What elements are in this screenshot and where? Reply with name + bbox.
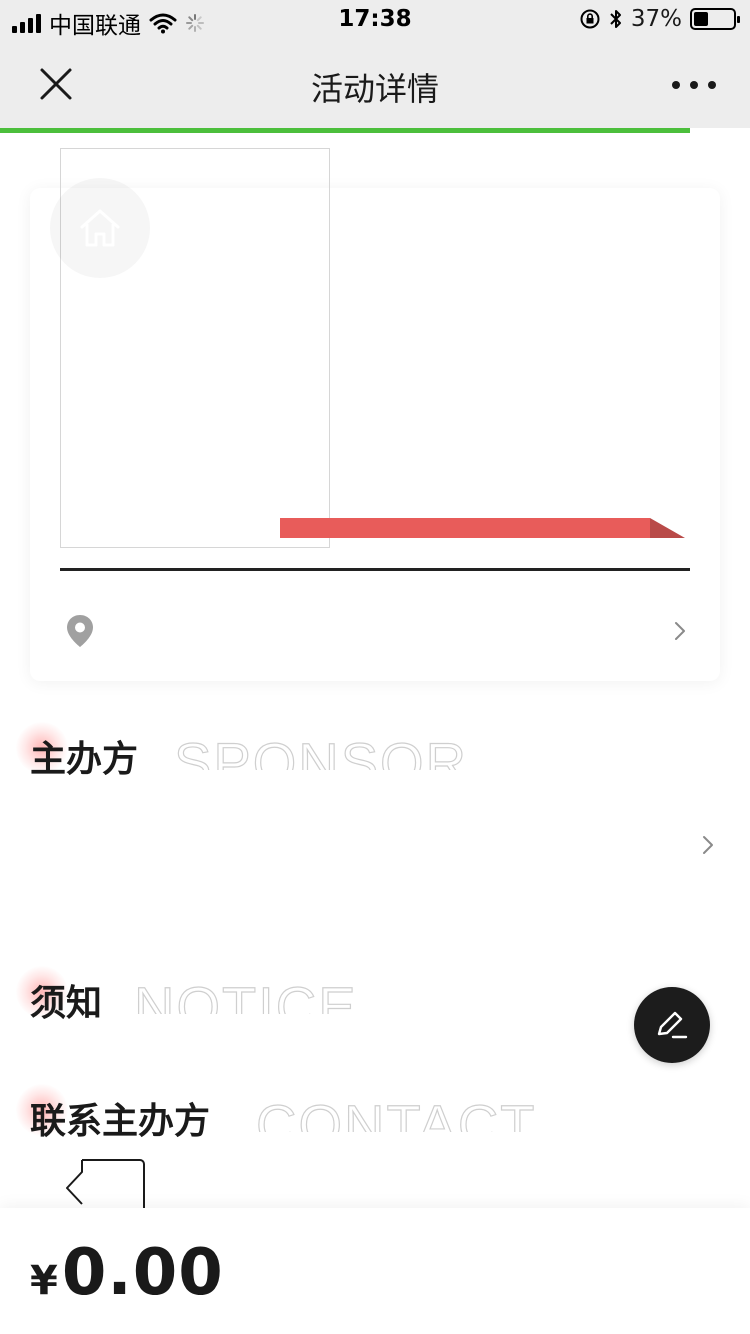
notice-title: 须知 [30, 983, 103, 1024]
ribbon-fold [650, 518, 685, 538]
sponsor-row[interactable] [30, 800, 720, 890]
chevron-right-icon [703, 836, 713, 854]
bluetooth-icon [610, 10, 621, 28]
contact-title: 联系主办方 [30, 1101, 211, 1142]
home-button[interactable] [50, 178, 150, 278]
sponsor-title: 主办方 [30, 739, 139, 780]
status-bar: 中国联通 17:38 37% [0, 0, 750, 40]
battery-percent: 37% [630, 6, 682, 32]
contact-section-header: 联系主办方 CONTACT [16, 1080, 630, 1142]
event-ribbon [280, 518, 685, 538]
chevron-right-icon [675, 622, 685, 640]
home-icon [80, 209, 120, 247]
notice-en-label: NOTICE [132, 968, 432, 1014]
status-right: 37% [579, 6, 740, 32]
page-title: 活动详情 [310, 70, 439, 108]
price-display: ¥ 0.00 [30, 1236, 224, 1310]
page-load-progress [0, 128, 750, 133]
nav-bar: 活动详情 [0, 40, 750, 128]
currency-symbol: ¥ [30, 1258, 58, 1304]
card-divider [60, 568, 690, 571]
location-row[interactable] [30, 600, 720, 660]
svg-text:SPONSOR: SPONSOR [174, 731, 468, 770]
progress-fill [0, 128, 690, 133]
sponsor-en-label: SPONSOR [172, 724, 552, 770]
svg-text:NOTICE: NOTICE [134, 975, 358, 1014]
sponsor-section-header: 主办方 SPONSOR [16, 718, 590, 780]
edit-button[interactable] [634, 987, 710, 1063]
location-pin-icon [67, 615, 93, 647]
contact-en-label: CONTACT [254, 1086, 614, 1132]
ribbon-bar [280, 518, 650, 538]
bottom-bar: ¥ 0.00 [0, 1208, 750, 1334]
battery-icon [690, 8, 740, 30]
more-icon[interactable] [672, 70, 716, 100]
contact-card-icon[interactable] [62, 1158, 146, 1210]
edit-icon [657, 1011, 688, 1039]
price-value: 0.00 [61, 1236, 224, 1310]
notice-section-header: 须知 NOTICE [16, 962, 450, 1024]
battery-level [694, 12, 709, 26]
rotation-lock-icon [580, 9, 600, 29]
svg-text:CONTACT: CONTACT [256, 1093, 537, 1132]
